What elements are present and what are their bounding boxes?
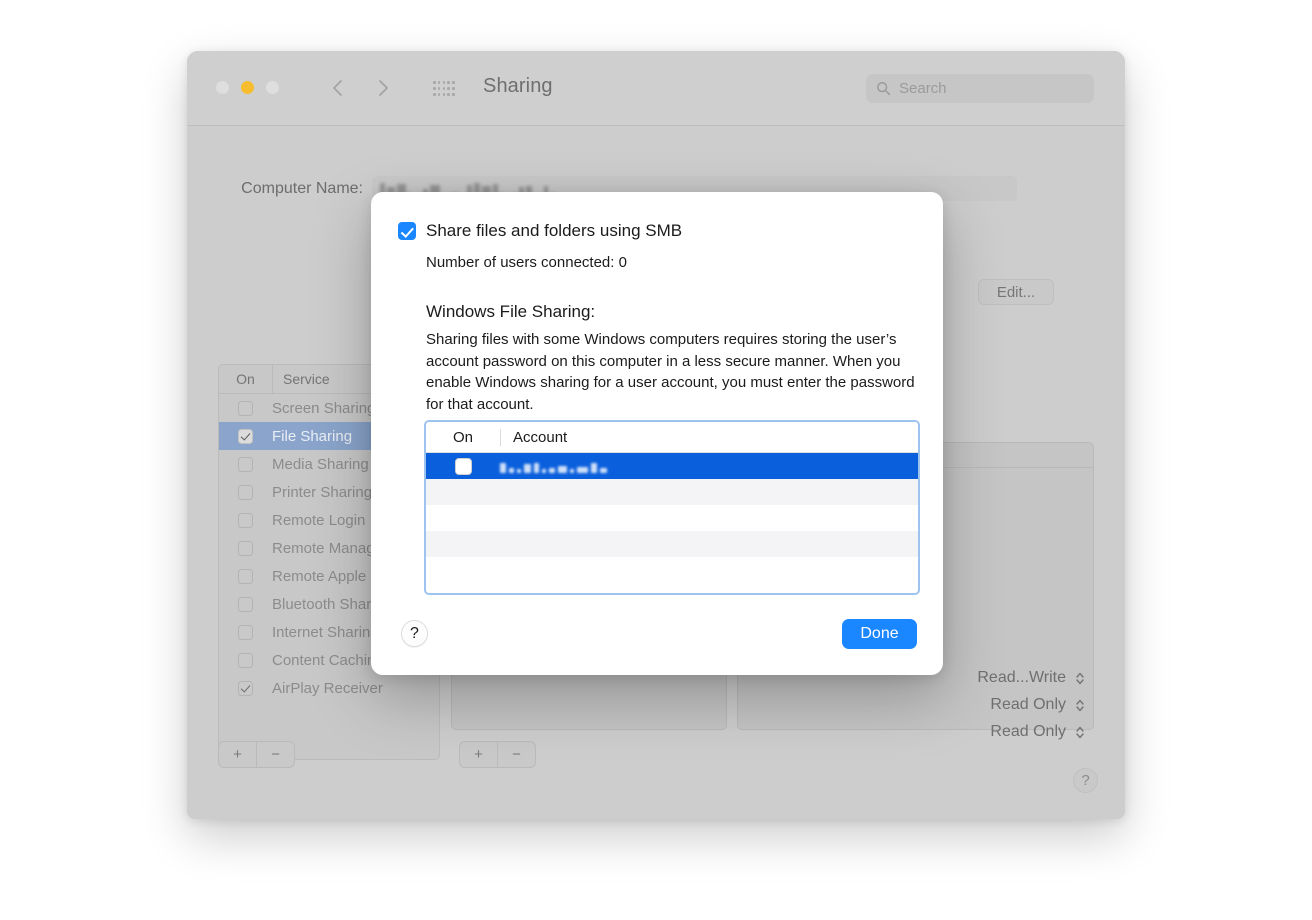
edit-computer-name-button[interactable]: Edit... [978,279,1054,305]
search-placeholder: Search [899,80,947,97]
service-checkbox[interactable] [238,597,253,612]
close-window-button[interactable] [216,81,229,94]
service-checkbox[interactable] [238,653,253,668]
smb-options-sheet: Share files and folders using SMB Number… [371,192,943,675]
stepper-chevrons-icon [1075,724,1085,741]
service-checkbox[interactable] [238,485,253,500]
account-row[interactable] [426,505,918,531]
service-checkbox[interactable] [238,429,253,444]
permission-popup-1[interactable]: Read...Write [977,665,1085,691]
smb-checkbox-row[interactable]: Share files and folders using SMB [398,221,682,241]
services-header-service: Service [272,365,330,393]
windows-file-sharing-description: Sharing files with some Windows computer… [426,329,916,415]
service-checkbox[interactable] [238,541,253,556]
windows-file-sharing-title: Windows File Sharing: [426,302,595,322]
users-add-remove: + − [459,741,536,768]
sheet-help-button[interactable]: ? [401,620,428,647]
service-checkbox[interactable] [238,401,253,416]
service-label: Media Sharing [272,456,369,473]
chevron-left-icon[interactable] [327,76,349,100]
add-shared-folder-button[interactable]: + [219,742,256,767]
account-row[interactable] [426,531,918,557]
stepper-chevrons-icon [1075,670,1085,687]
service-label: Content Caching [272,652,384,669]
add-user-button[interactable]: + [460,742,497,767]
account-checkbox[interactable] [455,458,472,475]
smb-checkbox[interactable] [398,222,416,240]
traffic-light-buttons [216,81,279,94]
window-help-button[interactable]: ? [1073,768,1098,793]
permissions-list: Read...Write Read Only [977,665,1085,745]
shared-folders-add-remove: + − [218,741,295,768]
chevron-right-icon[interactable] [372,76,394,100]
window-titlebar: Sharing Search [187,51,1125,126]
done-button[interactable]: Done [842,619,917,649]
permission-popup-3[interactable]: Read Only [977,719,1085,745]
service-label: Internet Sharing [272,624,379,641]
remove-user-button[interactable]: − [497,742,535,767]
account-header-account: Account [500,429,567,446]
minimize-window-button[interactable] [241,81,254,94]
zoom-window-button[interactable] [266,81,279,94]
service-checkbox[interactable] [238,569,253,584]
grid-all-preferences-icon[interactable] [433,81,455,97]
search-icon [876,81,891,96]
account-table[interactable]: On Account [424,420,920,595]
account-table-header: On Account [426,422,918,453]
stepper-chevrons-icon [1075,697,1085,714]
account-row[interactable] [426,453,918,479]
permission-label: Read Only [990,723,1066,741]
service-label: AirPlay Receiver [272,680,383,697]
service-checkbox[interactable] [238,457,253,472]
service-checkbox[interactable] [238,681,253,696]
service-label: Screen Sharing [272,400,375,417]
permission-label: Read...Write [977,669,1066,687]
computer-name-label: Computer Name: [187,180,372,198]
permission-label: Read Only [990,696,1066,714]
remove-shared-folder-button[interactable]: − [256,742,294,767]
account-row[interactable] [426,479,918,505]
users-connected-text: Number of users connected: 0 [426,254,627,271]
smb-checkbox-label: Share files and folders using SMB [426,221,682,241]
redacted-account-name [500,460,607,473]
permission-popup-2[interactable]: Read Only [977,692,1085,718]
search-field[interactable]: Search [866,74,1094,103]
service-label: File Sharing [272,428,352,445]
services-header-on: On [219,371,272,387]
service-label: Printer Sharing [272,484,372,501]
account-header-on: On [426,429,500,446]
service-row-airplay-receiver[interactable]: AirPlay Receiver [219,674,439,702]
service-checkbox[interactable] [238,513,253,528]
service-checkbox[interactable] [238,625,253,640]
service-label: Remote Login [272,512,365,529]
account-row[interactable] [426,557,918,583]
page-title: Sharing [483,75,553,98]
